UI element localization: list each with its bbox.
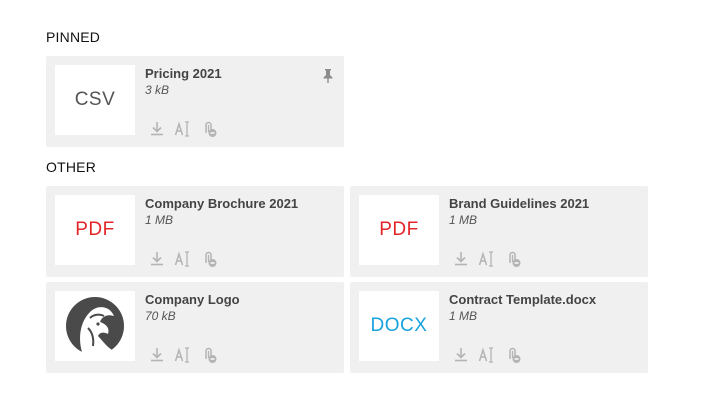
download-icon[interactable] [452,250,470,268]
file-name[interactable]: Pricing 2021 [145,66,222,81]
remove-attachment-icon[interactable] [200,120,218,138]
download-icon[interactable] [148,250,166,268]
docx-thumbnail[interactable]: DOCX [359,291,439,361]
file-size: 1 MB [145,213,174,227]
rename-icon[interactable] [174,250,192,268]
pin-icon[interactable] [321,68,335,84]
rename-icon[interactable] [478,346,496,364]
download-icon[interactable] [452,346,470,364]
file-card-brochure[interactable]: PDF Company Brochure 2021 1 MB [46,186,344,277]
pdf-thumbnail[interactable]: PDF [55,195,135,265]
file-name[interactable]: Contract Template.docx [449,292,596,307]
file-card-guidelines[interactable]: PDF Brand Guidelines 2021 1 MB [350,186,648,277]
file-size: 1 MB [449,309,478,323]
file-name[interactable]: Company Logo [145,292,240,307]
company-logo-image [66,297,124,356]
file-card-logo[interactable]: Company Logo 70 kB [46,282,344,373]
download-icon[interactable] [148,120,166,138]
logo-image-thumbnail[interactable] [55,291,135,361]
csv-thumbnail[interactable]: CSV [55,65,135,135]
remove-attachment-icon[interactable] [504,346,522,364]
rename-icon[interactable] [174,120,192,138]
file-name[interactable]: Company Brochure 2021 [145,196,298,211]
pinned-section-heading: PINNED [46,29,101,45]
rename-icon[interactable] [478,250,496,268]
file-card-pricing[interactable]: CSV Pricing 2021 3 kB [46,56,344,147]
remove-attachment-icon[interactable] [200,250,218,268]
file-card-contract[interactable]: DOCX Contract Template.docx 1 MB [350,282,648,373]
other-section-heading: OTHER [46,159,96,175]
file-name[interactable]: Brand Guidelines 2021 [449,196,589,211]
remove-attachment-icon[interactable] [200,346,218,364]
remove-attachment-icon[interactable] [504,250,522,268]
file-size: 1 MB [449,213,478,227]
pdf-thumbnail[interactable]: PDF [359,195,439,265]
file-size: 3 kB [145,83,170,97]
file-size: 70 kB [145,309,176,323]
download-icon[interactable] [148,346,166,364]
rename-icon[interactable] [174,346,192,364]
